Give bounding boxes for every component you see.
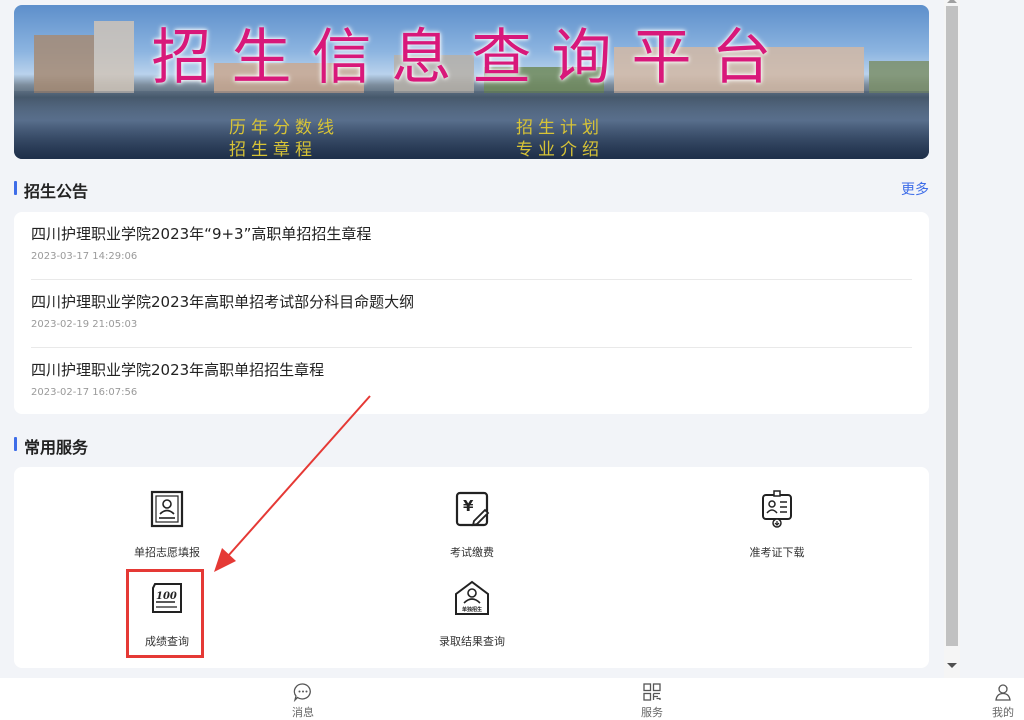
tab-label: 服务 <box>641 706 663 719</box>
scroll-up-arrow[interactable] <box>947 0 957 3</box>
main-content: 招生信息查询平台 历年分数线 招生计划 招生章程 专业介绍 招生公告 更多 四川… <box>0 0 944 678</box>
user-icon <box>995 684 1011 701</box>
grid-icon <box>643 683 661 701</box>
annotation-arrow <box>227 395 371 557</box>
tab-messages[interactable]: 消息 <box>273 682 333 720</box>
tab-profile[interactable]: 我的 <box>973 682 1024 720</box>
scrollbar[interactable] <box>944 0 960 678</box>
chat-icon <box>293 683 311 702</box>
tab-label: 消息 <box>292 706 314 719</box>
scroll-thumb[interactable] <box>946 6 958 646</box>
tab-label: 我的 <box>992 706 1014 719</box>
tab-services[interactable]: 服务 <box>622 682 682 720</box>
bottom-nav: 消息 服务 我的 <box>0 678 1024 720</box>
scroll-down-arrow[interactable] <box>947 663 957 668</box>
annotation-highlight-box <box>126 569 204 658</box>
